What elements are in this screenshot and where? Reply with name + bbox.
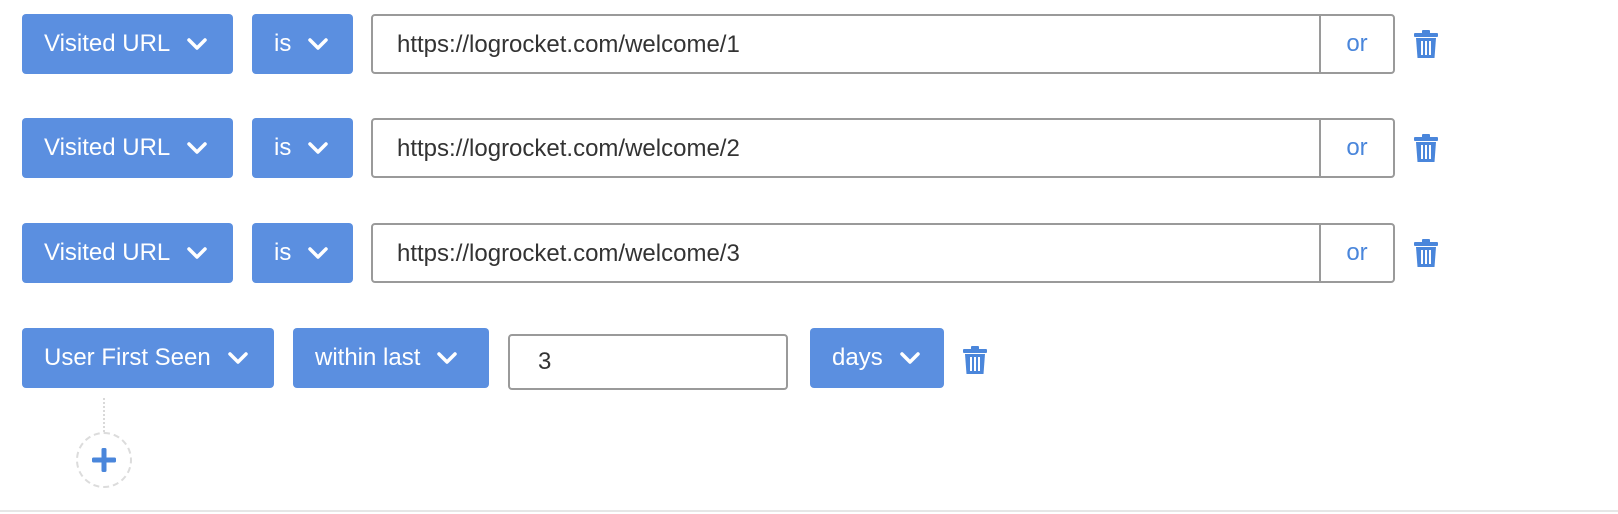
url-field: or bbox=[371, 223, 1395, 283]
chevron-down-icon bbox=[899, 351, 921, 365]
chevron-down-icon bbox=[307, 37, 329, 51]
plus-icon bbox=[91, 447, 117, 473]
or-button[interactable]: or bbox=[1319, 225, 1393, 281]
chevron-down-icon bbox=[436, 351, 458, 365]
filter-row: Visited URL is or bbox=[22, 14, 1462, 74]
chevron-down-icon bbox=[186, 37, 208, 51]
operator-dropdown[interactable]: is bbox=[252, 14, 353, 74]
unit-dropdown[interactable]: days bbox=[810, 328, 944, 388]
url-field: or bbox=[371, 14, 1395, 74]
field-dropdown-label: Visited URL bbox=[44, 239, 171, 266]
field-dropdown-label: Visited URL bbox=[44, 30, 171, 57]
chevron-down-icon bbox=[186, 246, 208, 260]
filter-row: Visited URL is or bbox=[22, 223, 1462, 283]
add-filter-button[interactable] bbox=[76, 432, 132, 488]
url-field: or bbox=[371, 118, 1395, 178]
operator-dropdown-label: is bbox=[274, 134, 292, 161]
or-button[interactable]: or bbox=[1319, 16, 1393, 72]
field-dropdown-label: Visited URL bbox=[44, 134, 171, 161]
operator-dropdown-label: is bbox=[274, 239, 292, 266]
operator-dropdown[interactable]: within last bbox=[293, 328, 489, 388]
url-input[interactable] bbox=[373, 120, 1319, 178]
unit-dropdown-label: days bbox=[832, 344, 883, 371]
chevron-down-icon bbox=[307, 246, 329, 260]
field-dropdown[interactable]: Visited URL bbox=[22, 118, 233, 178]
chevron-down-icon bbox=[186, 141, 208, 155]
first-seen-row: User First Seen within last days bbox=[22, 328, 1022, 390]
or-button[interactable]: or bbox=[1319, 120, 1393, 176]
url-input[interactable] bbox=[373, 16, 1319, 74]
field-dropdown[interactable]: Visited URL bbox=[22, 14, 233, 74]
chevron-down-icon bbox=[307, 141, 329, 155]
trash-icon[interactable] bbox=[1413, 29, 1439, 59]
operator-dropdown-label: is bbox=[274, 30, 292, 57]
operator-dropdown-label: within last bbox=[315, 344, 421, 371]
chevron-down-icon bbox=[227, 351, 249, 365]
connector-line bbox=[103, 398, 105, 432]
operator-dropdown[interactable]: is bbox=[252, 223, 353, 283]
url-input[interactable] bbox=[373, 225, 1319, 283]
operator-dropdown[interactable]: is bbox=[252, 118, 353, 178]
field-dropdown-label: User First Seen bbox=[44, 344, 211, 371]
field-dropdown[interactable]: Visited URL bbox=[22, 223, 233, 283]
days-count-input[interactable] bbox=[508, 334, 788, 390]
trash-icon[interactable] bbox=[1413, 238, 1439, 268]
trash-icon[interactable] bbox=[962, 345, 988, 375]
field-dropdown[interactable]: User First Seen bbox=[22, 328, 274, 388]
trash-icon[interactable] bbox=[1413, 133, 1439, 163]
filter-row: Visited URL is or bbox=[22, 118, 1462, 178]
divider bbox=[0, 510, 1618, 512]
